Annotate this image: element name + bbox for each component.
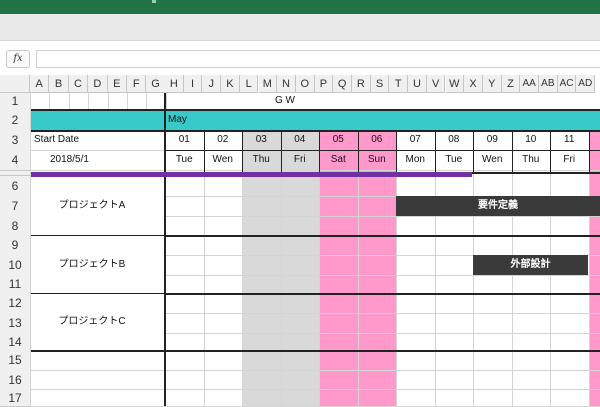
column-header-b[interactable]: B [49, 75, 68, 93]
row-header [0, 171, 30, 176]
row-header[interactable]: 17 [0, 389, 30, 407]
row-header[interactable]: 15 [0, 350, 30, 371]
gridline-horizontal [30, 389, 600, 390]
spreadsheet-grid[interactable]: MayG WStart Date2018/5/101Tue02Wen03Thu0… [0, 0, 600, 406]
weekday-label: Tue [165, 150, 204, 170]
column-header-v[interactable]: V [427, 75, 446, 93]
start-date-value[interactable]: 2018/5/1 [50, 150, 160, 170]
gridline-vertical [108, 93, 109, 109]
column-header-p[interactable]: P [315, 75, 334, 93]
day-number: 06 [358, 130, 397, 150]
row-header[interactable]: 9 [0, 235, 30, 256]
column-header-z[interactable]: Z [502, 75, 521, 93]
weekday-label: Sun [358, 150, 397, 170]
column-header-e[interactable]: E [108, 75, 127, 93]
column-header-ab[interactable]: AB [539, 75, 558, 93]
month-band[interactable] [30, 110, 600, 130]
column-header-n[interactable]: N [277, 75, 296, 93]
column-header-j[interactable]: J [202, 75, 221, 93]
gridline-vertical [69, 93, 70, 109]
start-date-label: Start Date [34, 130, 154, 150]
column-header-g[interactable]: G [146, 75, 165, 93]
row-header[interactable]: 3 [0, 130, 30, 151]
gridline-vertical [88, 93, 89, 109]
project-name[interactable]: プロジェクトC [31, 294, 153, 350]
day-number [589, 130, 600, 150]
project-name[interactable]: プロジェクトB [31, 236, 153, 293]
column-header-d[interactable]: D [88, 75, 107, 93]
column-header-aa[interactable]: AA [520, 75, 539, 93]
column-header-r[interactable]: R [352, 75, 371, 93]
column-header-w[interactable]: W [446, 75, 465, 93]
day-number: 09 [473, 130, 512, 150]
weekday-label: Tue [435, 150, 474, 170]
column-header-i[interactable]: I [184, 75, 203, 93]
task-bar[interactable]: 要件定義 [396, 196, 600, 216]
day-number: 08 [435, 130, 474, 150]
column-header-l[interactable]: L [240, 75, 259, 93]
day-number: 01 [165, 130, 204, 150]
project-name[interactable]: プロジェクトA [31, 177, 153, 235]
gridline-vertical [49, 93, 50, 109]
row-header[interactable]: 7 [0, 196, 30, 217]
row-header[interactable]: 1 [0, 93, 30, 110]
row-header[interactable]: 2 [0, 109, 30, 131]
day-number: 04 [281, 130, 320, 150]
day-number: 05 [319, 130, 358, 150]
row-header[interactable]: 10 [0, 255, 30, 276]
day-number: 11 [550, 130, 589, 150]
weekday-label: Wen [204, 150, 243, 170]
column-header-a[interactable]: A [30, 75, 49, 93]
gridline-vertical [127, 93, 128, 109]
weekday-label: Sat [319, 150, 358, 170]
month-label: May [168, 110, 268, 130]
weekday-label: Mon [396, 150, 435, 170]
day-number: 03 [242, 130, 281, 150]
column-header-y[interactable]: Y [483, 75, 502, 93]
project-divider [30, 350, 600, 352]
column-header-t[interactable]: T [389, 75, 408, 93]
row-header[interactable]: 4 [0, 150, 30, 171]
column-header-m[interactable]: M [259, 75, 278, 93]
weekday-label: Thu [512, 150, 551, 170]
row-header[interactable]: 8 [0, 216, 30, 236]
weekday-label [589, 150, 600, 170]
row-header-divider [30, 93, 31, 406]
column-header-x[interactable]: X [464, 75, 483, 93]
row-header[interactable]: 13 [0, 313, 30, 334]
column-header-u[interactable]: U [408, 75, 427, 93]
column-header-ac[interactable]: AC [558, 75, 577, 93]
gridline-horizontal [30, 370, 600, 371]
sheet-title: G W [165, 93, 405, 109]
row-header[interactable]: 16 [0, 370, 30, 390]
column-header-c[interactable]: C [69, 75, 88, 93]
weekday-label: Fri [281, 150, 320, 170]
column-header-s[interactable]: S [371, 75, 390, 93]
column-header-f[interactable]: F [127, 75, 146, 93]
gridline-vertical [146, 93, 147, 109]
weekday-label: Thu [242, 150, 281, 170]
column-header-q[interactable]: Q [333, 75, 352, 93]
row-header[interactable]: 6 [0, 176, 30, 197]
task-bar[interactable]: 外部設計 [473, 255, 588, 275]
gridline-horizontal [30, 170, 600, 171]
row-header[interactable]: 14 [0, 333, 30, 351]
day-number: 02 [204, 130, 243, 150]
border-row1-bottom [30, 109, 600, 111]
select-all-corner[interactable] [0, 75, 30, 93]
row-header[interactable]: 11 [0, 275, 30, 294]
row-header[interactable]: 12 [0, 293, 30, 314]
weekday-label: Fri [550, 150, 589, 170]
day-number: 10 [512, 130, 551, 150]
column-header-o[interactable]: O [296, 75, 315, 93]
column-header-ad[interactable]: AD [576, 75, 595, 93]
column-header-k[interactable]: K [221, 75, 240, 93]
day-number: 07 [396, 130, 435, 150]
weekday-label: Wen [473, 150, 512, 170]
column-header-h[interactable]: H [165, 75, 184, 93]
